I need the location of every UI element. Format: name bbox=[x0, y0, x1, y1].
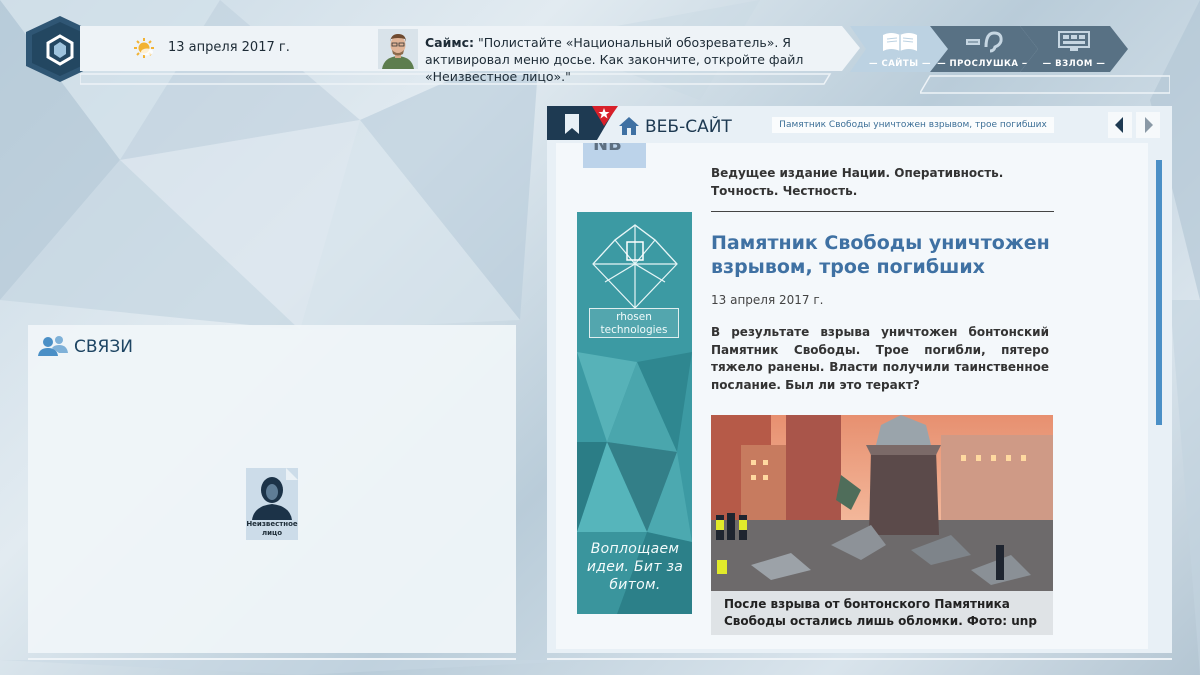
article-lead: В результате взрыва уничтожен бонтонский… bbox=[711, 325, 1049, 392]
assistant-message: Саймс: "Полистайте «Национальный обозрев… bbox=[425, 34, 845, 85]
article-photo[interactable] bbox=[711, 415, 1053, 591]
message-text: "Полистайте «Национальный обозреватель».… bbox=[425, 35, 804, 84]
ad-brand-name: rhosen technologies bbox=[589, 308, 679, 338]
home-icon bbox=[619, 117, 639, 135]
back-button[interactable] bbox=[1108, 112, 1132, 138]
arrow-right-icon bbox=[1145, 117, 1153, 133]
divider bbox=[711, 211, 1054, 212]
article-headline[interactable]: Памятник Свободы уничтожен взрывом, трое… bbox=[711, 231, 1056, 279]
contact-card-label: Неизвестное лицо bbox=[246, 520, 298, 537]
flag-star-icon bbox=[592, 106, 618, 126]
unknown-person-icon bbox=[252, 468, 298, 520]
contact-avatar-syms[interactable] bbox=[378, 29, 418, 69]
ad-brand-line2: technologies bbox=[600, 324, 668, 336]
site-tagline: Ведущее издание Нации. Оперативность. То… bbox=[711, 166, 1004, 198]
monitor-icon bbox=[1058, 31, 1090, 51]
tab-hack[interactable]: — ВЗЛОМ — bbox=[1020, 26, 1128, 72]
bookmark-icon bbox=[565, 114, 579, 134]
book-icon bbox=[883, 33, 917, 51]
arrow-left-icon bbox=[1115, 117, 1123, 133]
site-logo[interactable]: NB bbox=[583, 143, 646, 168]
tab-hack-label: — ВЗЛОМ — bbox=[1042, 59, 1106, 69]
website-panel-title: ВЕБ-САЙТ bbox=[645, 117, 732, 137]
ear-icon bbox=[966, 31, 1003, 53]
rhosen-diamond-logo-icon bbox=[592, 224, 678, 309]
current-date: 13 апреля 2017 г. bbox=[168, 40, 290, 55]
article-date: 13 апреля 2017 г. bbox=[711, 293, 824, 307]
contacts-icon bbox=[38, 336, 68, 356]
message-author: Саймс: bbox=[425, 35, 474, 50]
photo-caption-text: После взрыва от бонтонского Памятника Св… bbox=[724, 597, 1037, 628]
forward-button[interactable] bbox=[1136, 112, 1160, 138]
contact-card-unknown[interactable]: Неизвестное лицо bbox=[246, 468, 298, 540]
site-logo-text: NB bbox=[593, 143, 622, 155]
tabs-underline bbox=[920, 75, 1170, 94]
url-bar[interactable]: Памятник Свободы уничтожен взрывом, трое… bbox=[772, 117, 1054, 133]
photo-caption: После взрыва от бонтонского Памятника Св… bbox=[711, 591, 1053, 635]
contacts-bottom-line bbox=[28, 658, 516, 660]
scrollbar-thumb[interactable] bbox=[1156, 160, 1162, 425]
website-bottom-line bbox=[547, 658, 1172, 660]
ad-brand-line1: rhosen bbox=[616, 311, 652, 323]
weather-sun-icon bbox=[134, 38, 154, 58]
contacts-title: СВЯЗИ bbox=[74, 337, 133, 357]
ad-slogan: Воплощаем идеи. Бит за битом. bbox=[586, 541, 684, 593]
